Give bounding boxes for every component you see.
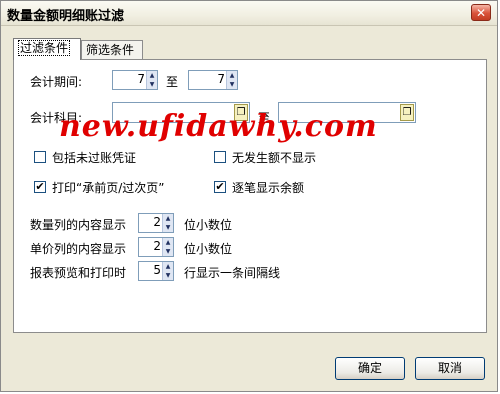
price-decimals-suffix: 位小数位 <box>184 242 233 256</box>
period-from-spinner[interactable]: 7 ▲ ▼ <box>112 70 158 90</box>
show-balance-label: 逐笔显示余额 <box>232 181 305 195</box>
period-to-label: 至 <box>166 75 179 89</box>
tab-label: 过滤条件 <box>18 40 71 56</box>
spin-up-icon[interactable]: ▲ <box>162 214 173 223</box>
tab-filter-conditions[interactable]: 过滤条件 <box>13 38 81 60</box>
tab-panel: 会计期间: 7 ▲ ▼ 至 7 ▲ ▼ 会计科目: ❐ 至 ❐ 包括未过账凭证 无发… <box>13 59 487 333</box>
spin-down-icon[interactable]: ▼ <box>146 80 157 89</box>
period-to-value: 7 <box>217 72 225 86</box>
price-decimals-value: 2 <box>153 239 161 253</box>
period-to-spinner[interactable]: 7 ▲ ▼ <box>188 70 238 90</box>
window-title: 数量金额明细账过滤 <box>7 9 125 24</box>
hide-zero-checkbox[interactable] <box>214 151 226 163</box>
close-button[interactable]: ✕ <box>471 4 491 21</box>
include-unposted-label: 包括未过账凭证 <box>52 151 137 165</box>
tab-screen-conditions[interactable]: 筛选条件 <box>81 40 143 60</box>
reference-picker-icon[interactable]: ❐ <box>400 104 414 121</box>
quantity-decimals-value: 2 <box>153 215 161 229</box>
separator-line-label: 报表预览和打印时 <box>30 266 127 280</box>
dialog-window: 数量金额明细账过滤 ✕ 过滤条件 筛选条件 会计期间: 7 ▲ ▼ 至 7 ▲ ▼ … <box>0 0 498 392</box>
separator-line-spinner[interactable]: 5 ▲ ▼ <box>138 261 174 281</box>
hide-zero-label: 无发生额不显示 <box>232 151 317 165</box>
print-carry-label: 打印“承前页/过次页” <box>52 181 165 195</box>
price-decimals-spinner[interactable]: 2 ▲ ▼ <box>138 237 174 257</box>
title-bar: 数量金额明细账过滤 ✕ <box>1 1 497 26</box>
quantity-decimals-spinner[interactable]: 2 ▲ ▼ <box>138 213 174 233</box>
ok-button[interactable]: 确定 <box>335 357 405 380</box>
cancel-button[interactable]: 取消 <box>415 357 485 380</box>
spin-up-icon[interactable]: ▲ <box>226 71 237 80</box>
watermark-text: new.ufidawhy.com <box>59 109 378 144</box>
spin-up-icon[interactable]: ▲ <box>162 262 173 271</box>
separator-line-value: 5 <box>153 263 161 277</box>
spin-down-icon[interactable]: ▼ <box>226 80 237 89</box>
price-decimals-label: 单价列的内容显示 <box>30 242 127 256</box>
show-balance-checkbox[interactable]: ✔ <box>214 181 226 193</box>
include-unposted-checkbox[interactable] <box>34 151 46 163</box>
tab-label: 筛选条件 <box>86 43 135 57</box>
spin-down-icon[interactable]: ▼ <box>162 223 173 232</box>
period-from-value: 7 <box>137 72 145 86</box>
spin-up-icon[interactable]: ▲ <box>146 71 157 80</box>
spin-up-icon[interactable]: ▲ <box>162 238 173 247</box>
print-carry-checkbox[interactable]: ✔ <box>34 181 46 193</box>
quantity-decimals-suffix: 位小数位 <box>184 218 233 232</box>
spin-down-icon[interactable]: ▼ <box>162 271 173 280</box>
period-label: 会计期间: <box>30 75 83 89</box>
spin-down-icon[interactable]: ▼ <box>162 247 173 256</box>
separator-line-suffix: 行显示一条间隔线 <box>184 266 281 280</box>
quantity-decimals-label: 数量列的内容显示 <box>30 218 127 232</box>
